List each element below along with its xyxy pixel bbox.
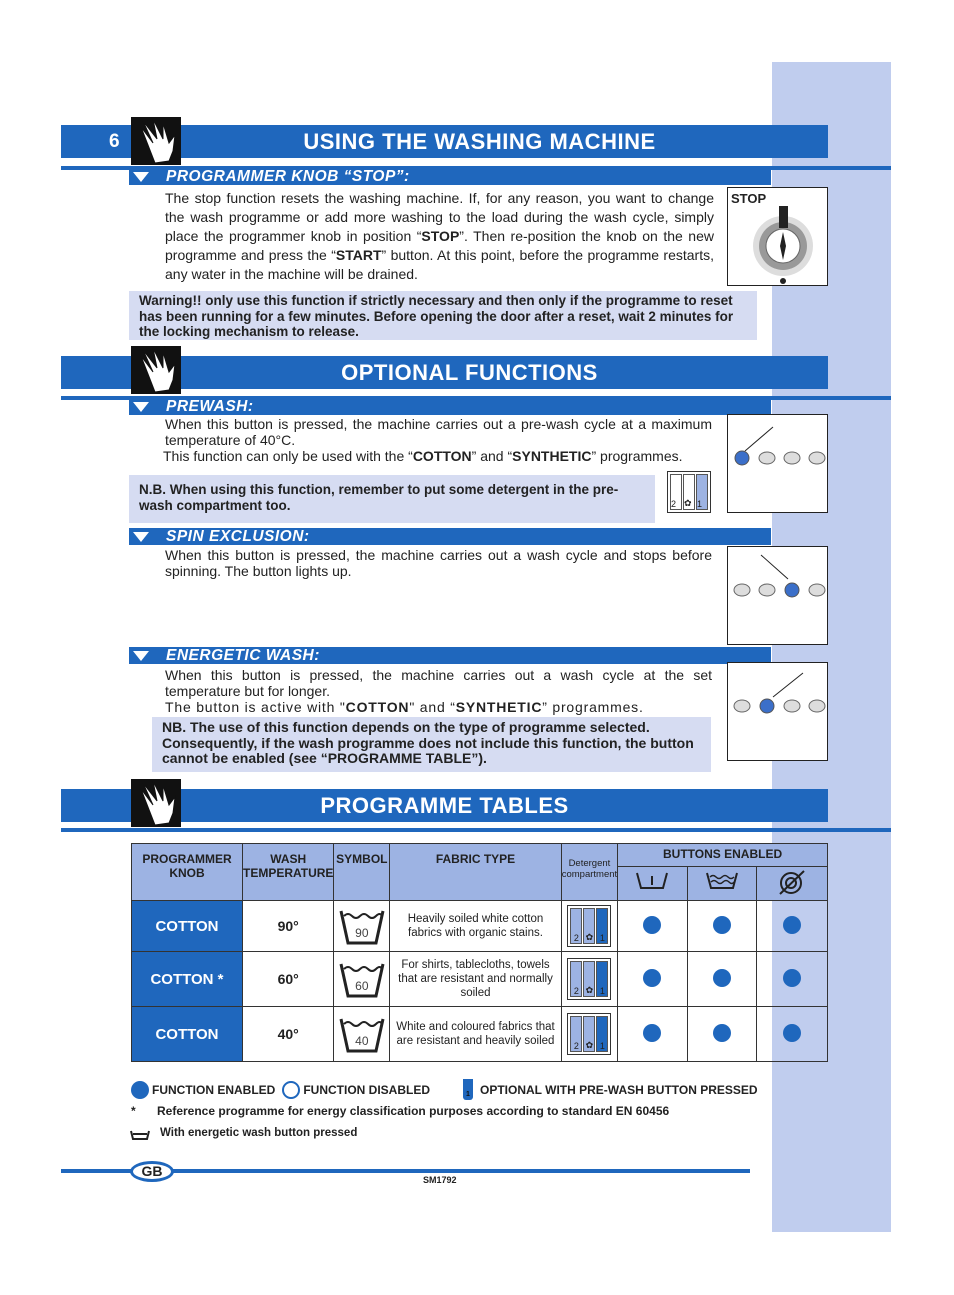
stop-knob-image: STOP: [727, 187, 828, 286]
document-code: SM1792: [423, 1175, 457, 1185]
temp-cell: 60°: [241, 951, 335, 1007]
header-fabric: FABRIC TYPE: [389, 843, 562, 901]
hand-icon: [131, 779, 181, 827]
subheading-text: PROGRAMMER KNOB “STOP”:: [166, 168, 410, 185]
legend-disabled: FUNCTION DISABLED: [303, 1082, 430, 1097]
table-row: COTTON 90° 90 Heavily soiled white cotto…: [131, 900, 829, 952]
header-buttons: BUTTONS ENABLED: [617, 843, 828, 867]
button-enabled-cell: [617, 1006, 688, 1062]
knob-cell: COTTON: [131, 1006, 243, 1062]
compartment-1-icon: 1: [463, 1079, 473, 1100]
wash-symbol-icon: 40: [333, 1006, 391, 1062]
knob-icon: [753, 206, 813, 284]
energetic-button-panel: [727, 662, 828, 761]
energetic-paragraph: When this button is pressed, the machine…: [165, 667, 712, 715]
knob-cell: COTTON *: [131, 951, 243, 1007]
legend-optional: OPTIONAL WITH PRE-WASH BUTTON PRESSED: [480, 1082, 758, 1097]
spin-paragraph: When this button is pressed, the machine…: [165, 547, 712, 579]
header-temp: WASH TEMPERATURE: [241, 843, 335, 901]
page-number: 6: [109, 131, 121, 152]
enabled-dot-icon: [782, 915, 801, 934]
enabled-dot-icon: [643, 915, 662, 934]
detergent-compartment-icon: 2 ✿ 1: [560, 900, 619, 952]
subheading-spin: SPIN EXCLUSION:: [129, 528, 771, 545]
enabled-dot-icon: [712, 1023, 731, 1042]
subheading-text: SPIN EXCLUSION:: [166, 528, 310, 545]
legend-asterisk: *: [131, 1104, 136, 1118]
button-panel-icon: [733, 672, 826, 714]
triangle-icon: [133, 651, 149, 661]
enabled-dot-icon: [131, 1080, 149, 1099]
prewash-button-panel: [727, 414, 828, 513]
temp-cell: 90°: [241, 900, 335, 952]
language-badge: GB: [130, 1161, 174, 1182]
detergent-compartment-icon: 2 ✿ 1: [560, 951, 619, 1007]
spin-exclusion-icon: [755, 866, 829, 901]
enabled-dot-icon: [782, 968, 801, 987]
table-row: COTTON 40° 40 White and coloured fabrics…: [131, 1006, 829, 1062]
section-title: USING THE WASHING MACHINE: [303, 129, 656, 154]
hand-icon: [131, 346, 181, 394]
button-enabled-cell: [617, 900, 688, 952]
prewash-icon: [617, 866, 688, 901]
button-enabled-cell: [755, 900, 829, 952]
subheading-prewash: PREWASH:: [129, 398, 771, 415]
wash-symbol-icon: 90: [333, 900, 391, 952]
section-title: OPTIONAL FUNCTIONS: [341, 360, 598, 385]
section-title: PROGRAMME TABLES: [320, 793, 569, 818]
energetic-wash-icon: [686, 866, 757, 901]
enabled-dot-icon: [643, 968, 662, 987]
hand-icon: [131, 117, 181, 165]
fabric-cell: White and coloured fabrics that are resi…: [389, 1006, 562, 1062]
legend-reference: Reference programme for energy classific…: [157, 1104, 670, 1118]
header-knob: PROGRAMMER KNOB: [131, 843, 243, 901]
subheading-text: ENERGETIC WASH:: [166, 647, 320, 664]
warning-note: Warning!! only use this function if stri…: [129, 291, 757, 340]
fabric-cell: Heavily soiled white cotton fabrics with…: [389, 900, 562, 952]
button-enabled-cell: [617, 951, 688, 1007]
spin-button-panel: [727, 546, 828, 645]
subheading-energetic: ENERGETIC WASH:: [129, 647, 771, 664]
stop-paragraph: The stop function resets the washing mac…: [165, 190, 714, 282]
legend-row: FUNCTION ENABLED FUNCTION DISABLED 1 OPTI…: [131, 1079, 758, 1100]
prewash-note: N.B. When using this function, remember …: [129, 475, 655, 523]
enabled-dot-icon: [782, 1023, 801, 1042]
temp-cell: 40°: [241, 1006, 335, 1062]
divider: [61, 828, 891, 832]
subheading-text: PREWASH:: [166, 398, 254, 415]
button-enabled-cell: [686, 900, 757, 952]
button-enabled-cell: [686, 951, 757, 1007]
triangle-icon: [133, 402, 149, 412]
header-detergent: Detergent compartment: [560, 843, 619, 901]
knob-cell: COTTON: [131, 900, 243, 952]
table-row: COTTON * 60° 60 For shirts, tablecloths,…: [131, 951, 829, 1007]
button-enabled-cell: [755, 1006, 829, 1062]
button-enabled-cell: [755, 951, 829, 1007]
button-panel-icon: [733, 554, 826, 598]
header-symbol: SYMBOL: [333, 843, 391, 901]
subheading-stop: PROGRAMMER KNOB “STOP”:: [129, 168, 771, 185]
detergent-compartment-icon: 2 ✿ 1: [560, 1006, 619, 1062]
disabled-circle-icon: [282, 1080, 301, 1099]
button-panel-icon: [734, 426, 826, 466]
prewash-paragraph: When this button is pressed, the machine…: [163, 416, 712, 464]
energetic-note: NB. The use of this function depends on …: [152, 717, 711, 772]
enabled-dot-icon: [712, 915, 731, 934]
button-enabled-cell: [686, 1006, 757, 1062]
triangle-icon: [133, 172, 149, 182]
enabled-dot-icon: [643, 1023, 662, 1042]
detergent-compartment-icon: 2 ✿ 1: [667, 471, 711, 513]
energetic-wash-icon: [130, 1130, 150, 1140]
legend-energetic: With energetic wash button pressed: [160, 1127, 358, 1139]
enabled-dot-icon: [712, 968, 731, 987]
triangle-icon: [133, 532, 149, 542]
wash-symbol-icon: 60: [333, 951, 391, 1007]
programme-table: PROGRAMMER KNOB WASH TEMPERATURE SYMBOL …: [131, 843, 829, 1062]
fabric-cell: For shirts, tablecloths, towels that are…: [389, 951, 562, 1007]
legend-enabled: FUNCTION ENABLED: [152, 1082, 276, 1097]
